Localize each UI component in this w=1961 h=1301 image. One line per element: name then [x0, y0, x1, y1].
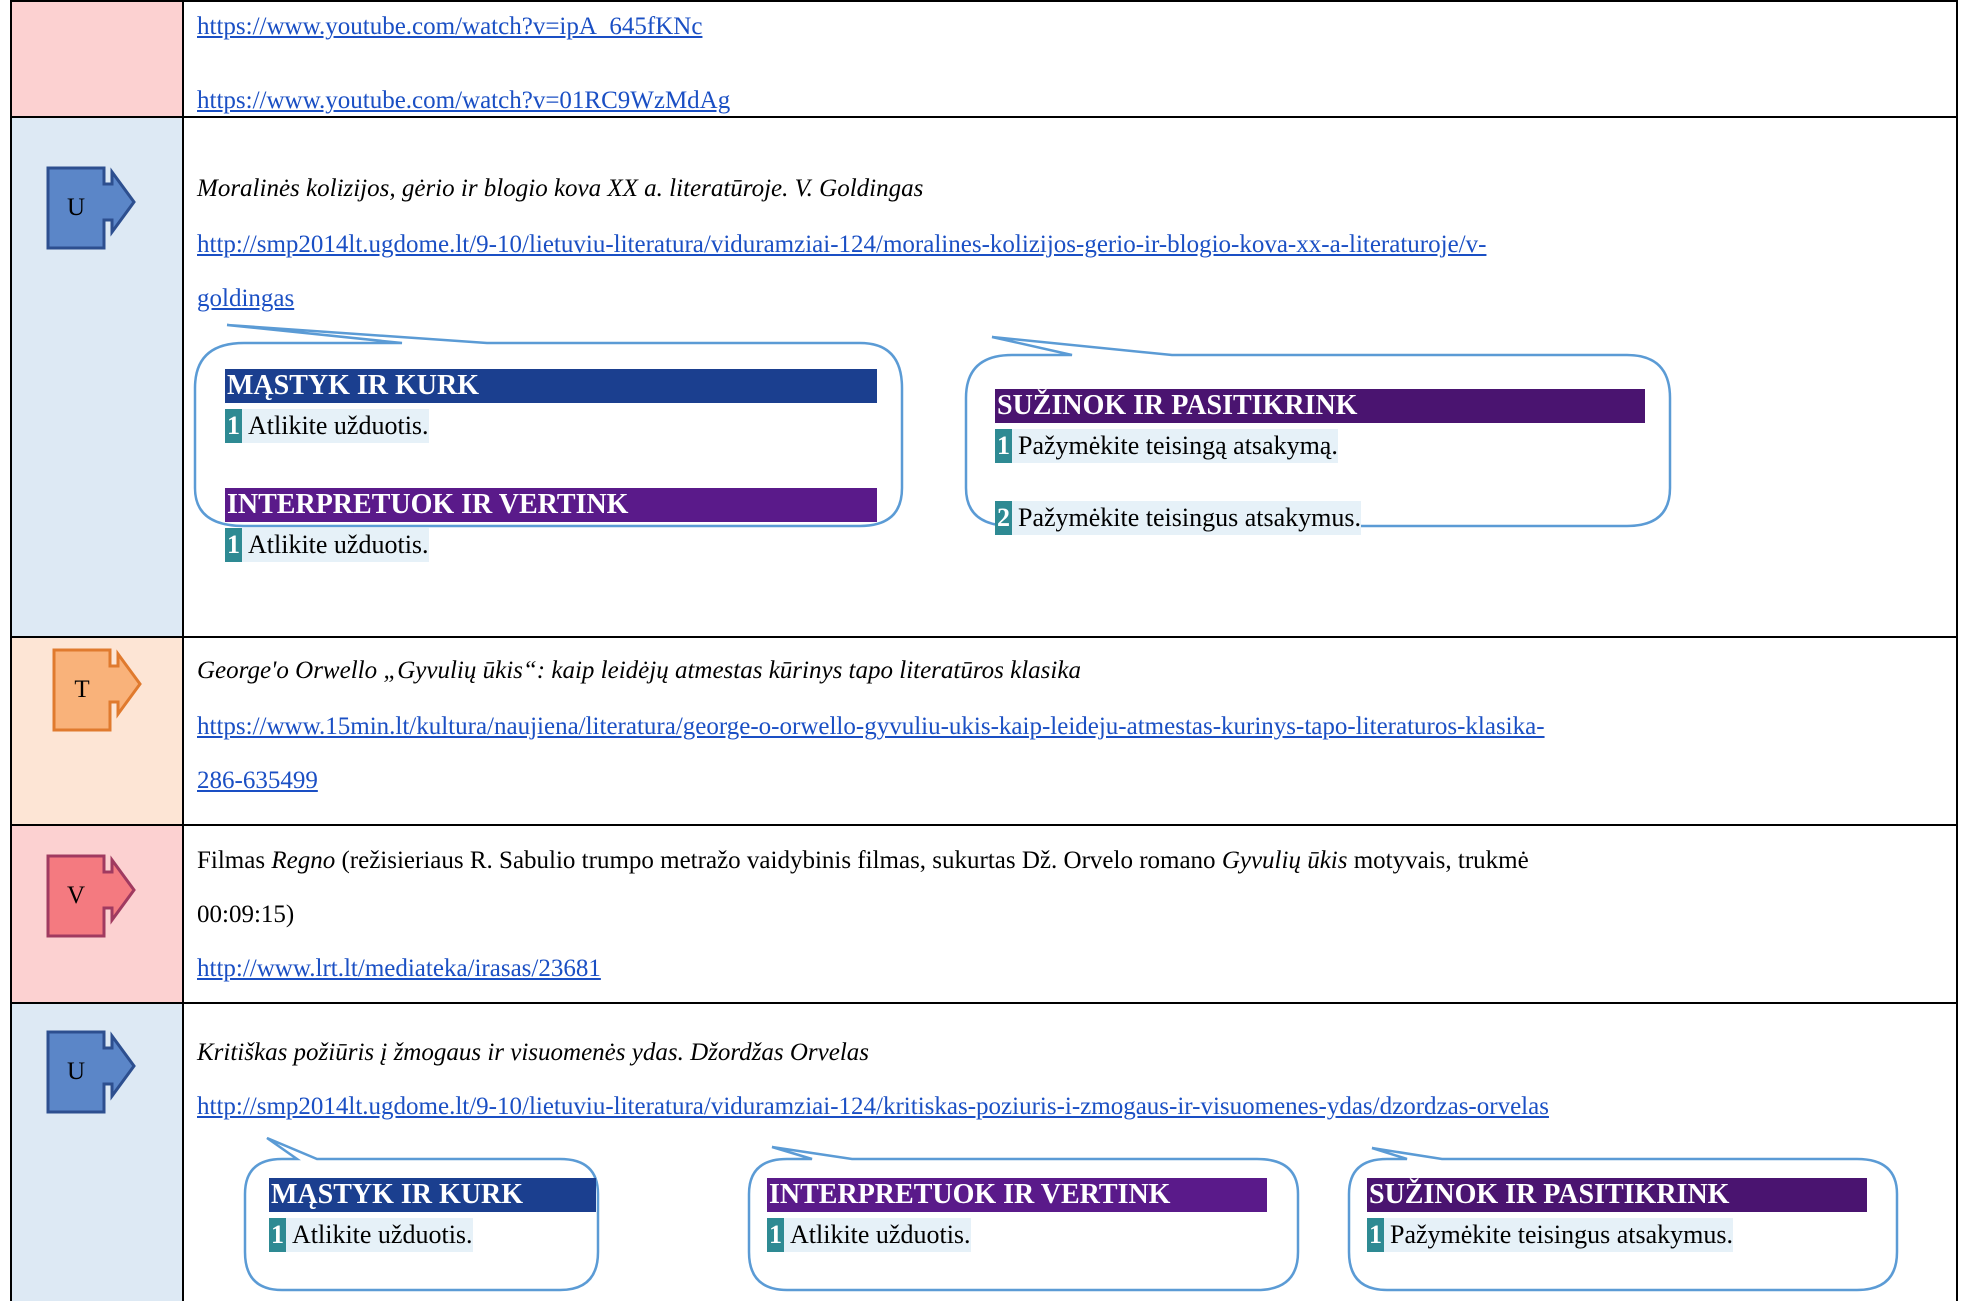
novel-title: Gyvulių ūkis: [1221, 847, 1348, 874]
table-row: V Filmas Regno (režisieriaus R. Sabulio …: [10, 826, 1958, 1004]
task-item[interactable]: 2 Pažymėkite teisingus atsakymus.: [995, 501, 1362, 535]
youtube-link-2[interactable]: https://www.youtube.com/watch?v=01RC9WzM…: [197, 86, 730, 116]
task-number: 1: [767, 1218, 784, 1252]
task-label: Pažymėkite teisingus atsakymus.: [1390, 1220, 1734, 1249]
section-header-interpret-evaluate: INTERPRETUOK IR VERTINK: [225, 488, 877, 522]
table-row: U Kritiškas požiūris į žmogaus ir visuom…: [10, 1004, 1958, 1301]
film-text: (režisieriaus R. Sabulio trumpo metražo …: [335, 847, 1222, 874]
task-item[interactable]: 1 Atlikite užduotis.: [225, 409, 429, 443]
section-header-think-create: MĄSTYK IR KURK: [269, 1178, 596, 1212]
task-label: Atlikite užduotis.: [248, 530, 429, 559]
task-number: 2: [995, 501, 1012, 535]
row-marker-cell: V: [12, 826, 184, 1002]
task-label: Atlikite užduotis.: [292, 1220, 473, 1249]
callout-bubbles: [243, 1136, 1899, 1292]
section-header-learn-check: SUŽINOK IR PASITIKRINK: [1367, 1178, 1867, 1212]
task-label: Pažymėkite teisingus atsakymus.: [1018, 503, 1362, 532]
section-header-interpret-evaluate: INTERPRETUOK IR VERTINK: [767, 1178, 1267, 1212]
article-title: George'o Orwello „Gyvulių ūkis“: kaip le…: [197, 657, 1081, 684]
table-row: T George'o Orwello „Gyvulių ūkis“: kaip …: [10, 638, 1958, 826]
task-number: 1: [225, 409, 242, 443]
film-duration: 00:09:15): [197, 901, 295, 928]
task-label: Pažymėkite teisingą atsakymą.: [1018, 431, 1338, 460]
task-number: 1: [995, 429, 1012, 463]
table-row: https://www.youtube.com/watch?v=ipA_645f…: [10, 0, 1958, 118]
film-text: Filmas: [197, 847, 272, 874]
task-number: 1: [225, 528, 242, 562]
film-title: Regno: [271, 847, 336, 874]
task-item[interactable]: 1 Pažymėkite teisingą atsakymą.: [995, 429, 1338, 463]
section-header-learn-check: SUŽINOK IR PASITIKRINK: [995, 389, 1645, 423]
film-link[interactable]: http://www.lrt.lt/mediateka/irasas/23681: [197, 954, 601, 984]
badge-letter: T: [74, 676, 90, 703]
article-link-continued[interactable]: 286-635499: [197, 766, 318, 796]
task-item[interactable]: 1 Atlikite užduotis.: [767, 1218, 971, 1252]
task-item[interactable]: 1 Pažymėkite teisingus atsakymus.: [1367, 1218, 1734, 1252]
task-number: 1: [1367, 1218, 1384, 1252]
badge-letter: V: [66, 882, 86, 909]
section-header-think-create: MĄSTYK IR KURK: [225, 369, 877, 403]
task-number: 1: [269, 1218, 286, 1252]
film-description: Filmas Regno (režisieriaus R. Sabulio tr…: [197, 846, 1529, 876]
row-marker-cell: T: [12, 638, 184, 824]
task-item[interactable]: 1 Atlikite užduotis.: [269, 1218, 473, 1252]
film-text: motyvais, trukmė: [1347, 847, 1529, 874]
row-marker-cell: [12, 2, 184, 116]
task-item[interactable]: 1 Atlikite užduotis.: [225, 528, 429, 562]
resource-table: https://www.youtube.com/watch?v=ipA_645f…: [10, 0, 1961, 1301]
table-row: U Moralinės kolizijos, gėrio ir blogio k…: [10, 118, 1958, 638]
youtube-link-1[interactable]: https://www.youtube.com/watch?v=ipA_645f…: [197, 12, 702, 42]
task-label: Atlikite užduotis.: [248, 411, 429, 440]
task-label: Atlikite užduotis.: [790, 1220, 971, 1249]
article-link[interactable]: https://www.15min.lt/kultura/naujiena/li…: [197, 712, 1545, 742]
